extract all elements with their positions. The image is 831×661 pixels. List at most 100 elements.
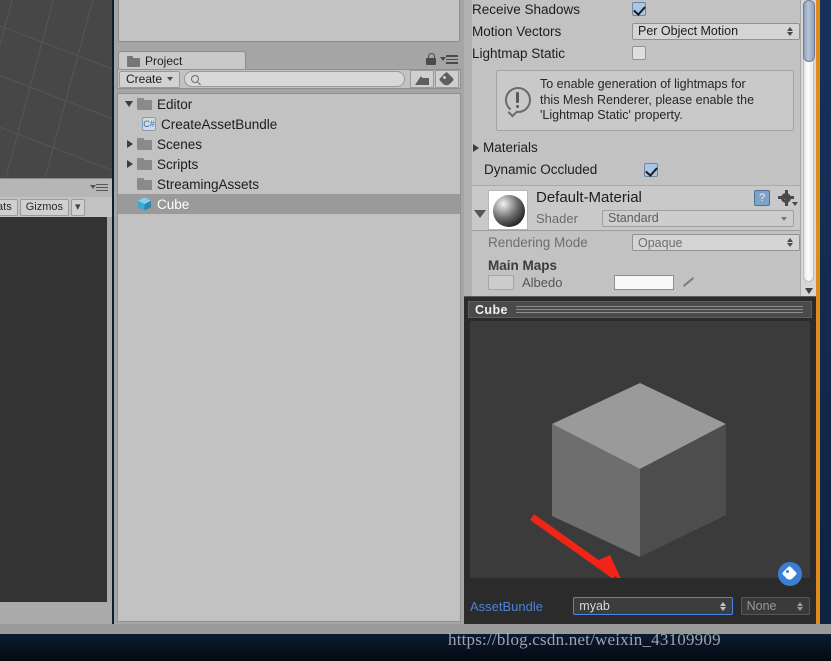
foldout-closed-icon[interactable] (124, 138, 136, 150)
hierarchy-panel[interactable] (114, 0, 464, 49)
motion-vectors-value: Per Object Motion (638, 24, 739, 38)
updown-arrows-icon (796, 601, 804, 612)
inspector-scrollbar[interactable] (800, 0, 816, 296)
assetbundle-tag-button[interactable] (778, 562, 802, 586)
gizmos-button[interactable]: Gizmos (19, 198, 70, 216)
prefab-cube-icon (137, 197, 152, 211)
scroll-down-arrow-icon[interactable] (805, 288, 813, 294)
asset-preview-panel: Cube AssetBundle myab None (464, 296, 816, 624)
folder-icon (137, 158, 152, 170)
assetbundle-label: AssetBundle (470, 598, 543, 614)
rendering-mode-dropdown[interactable]: Opaque (632, 234, 800, 251)
label-filter-button[interactable] (435, 70, 459, 88)
list-item-label: Scripts (157, 156, 199, 172)
foldout-closed-icon[interactable] (470, 142, 482, 154)
hierarchy-list[interactable] (118, 0, 460, 42)
list-item[interactable]: Scripts (118, 154, 460, 174)
material-header: Default-Material Shader Standard ? (472, 184, 800, 231)
lightmap-helpbox: To enable generation of lightmaps for th… (496, 70, 794, 131)
eyedropper-icon[interactable] (682, 276, 695, 289)
shader-label: Shader (536, 210, 578, 226)
foldout-spacer (124, 198, 136, 210)
create-button-label: Create (126, 72, 163, 86)
assetbundle-variant-value: None (746, 599, 777, 613)
shader-dropdown[interactable]: Standard (602, 209, 794, 227)
list-item-cube-selected[interactable]: Cube (118, 194, 460, 214)
materials-label: Materials (483, 140, 538, 155)
project-asset-tree[interactable]: Editor C# CreateAssetBundle Scenes Scrip… (117, 93, 461, 622)
assetbundle-name-dropdown[interactable]: myab (573, 597, 733, 615)
list-item-label: CreateAssetBundle (161, 116, 278, 132)
folder-icon (137, 98, 152, 110)
motion-vectors-dropdown[interactable]: Per Object Motion (632, 22, 800, 40)
updown-arrows-icon (787, 26, 794, 37)
folder-icon (127, 55, 140, 67)
helpbox-line-1: To enable generation of lightmaps for (540, 77, 746, 91)
list-item-label: Scenes (157, 136, 203, 152)
type-filter-button[interactable] (410, 70, 434, 88)
preview-drag-grip[interactable] (515, 306, 805, 313)
scrollbar-thumb[interactable] (803, 0, 815, 62)
scene-view[interactable] (0, 0, 112, 178)
game-view-canvas[interactable] (0, 217, 107, 602)
gear-icon[interactable] (778, 189, 798, 206)
chevron-down-icon (781, 213, 788, 224)
assetbundle-variant-dropdown[interactable]: None (740, 597, 810, 615)
updown-arrows-icon (787, 237, 794, 248)
updown-arrows-icon (719, 601, 727, 612)
foldout-spacer (124, 178, 136, 190)
list-item[interactable]: Scenes (118, 134, 460, 154)
lightmap-static-checkbox[interactable] (632, 46, 646, 60)
lock-icon[interactable] (426, 53, 436, 65)
project-panel: Project Create Editor C# CreateAssetBund… (114, 49, 464, 624)
motion-vectors-label: Motion Vectors (472, 23, 562, 39)
albedo-toggle[interactable] (488, 275, 514, 290)
materials-foldout-row[interactable]: Materials (472, 137, 800, 159)
albedo-color-swatch[interactable] (614, 275, 675, 290)
dynamic-occluded-checkbox[interactable] (644, 162, 658, 177)
preview-header[interactable]: Cube (468, 301, 812, 318)
stats-button[interactable]: tats (0, 198, 18, 216)
list-item[interactable]: Editor (118, 94, 460, 114)
csharp-script-icon: C# (142, 117, 156, 131)
property-row-receive-shadows: Receive Shadows (472, 0, 800, 20)
help-question-icon[interactable]: ? (754, 189, 770, 206)
property-row-rendering-mode: Rendering Mode Opaque (472, 231, 800, 255)
folder-icon (137, 178, 152, 190)
assetbundle-name-value: myab (579, 599, 610, 613)
assetbundle-row: AssetBundle myab None (470, 596, 810, 616)
hamburger-menu-icon[interactable] (440, 55, 458, 64)
game-view-bottom-edge (0, 602, 112, 624)
blog-url-watermark: https://blog.csdn.net/weixin_43109909 (448, 630, 721, 649)
cube-3d-preview[interactable] (470, 321, 810, 578)
property-row-motion-vectors: Motion Vectors Per Object Motion (472, 20, 800, 42)
tab-project-label: Project (145, 54, 183, 68)
list-item-label: Cube (157, 196, 190, 212)
game-view[interactable]: tats Gizmos ▾ (0, 197, 112, 624)
list-item-label: StreamingAssets (157, 176, 260, 192)
receive-shadows-checkbox[interactable] (632, 2, 646, 16)
tab-project[interactable]: Project (118, 51, 246, 70)
folder-icon (137, 138, 152, 150)
scene-panel-menu-icon[interactable] (90, 183, 108, 192)
material-name: Default-Material (536, 188, 642, 206)
search-icon (191, 75, 200, 83)
material-sphere-preview (488, 189, 528, 230)
scene-view-statusbar (0, 178, 112, 197)
main-maps-heading: Main Maps (488, 257, 558, 273)
rendering-mode-value: Opaque (638, 235, 683, 250)
create-button[interactable]: Create (119, 70, 181, 88)
unity-editor-window: tats Gizmos ▾ Project Create (0, 0, 831, 661)
property-row-albedo: Albedo (472, 273, 800, 293)
list-item[interactable]: StreamingAssets (118, 174, 460, 194)
project-tab-row: Project (114, 49, 464, 70)
inspector-panel: Receive Shadows Motion Vectors Per Objec… (464, 0, 816, 296)
receive-shadows-label: Receive Shadows (472, 1, 581, 17)
foldout-closed-icon[interactable] (124, 158, 136, 170)
foldout-open-icon[interactable] (124, 98, 136, 110)
search-input[interactable] (184, 71, 405, 87)
list-item[interactable]: C# CreateAssetBundle (118, 114, 460, 134)
property-row-dynamic-occluded: Dynamic Occluded (472, 159, 800, 181)
list-item-label: Editor (157, 96, 193, 112)
gizmos-dropdown-arrow[interactable]: ▾ (71, 198, 85, 216)
